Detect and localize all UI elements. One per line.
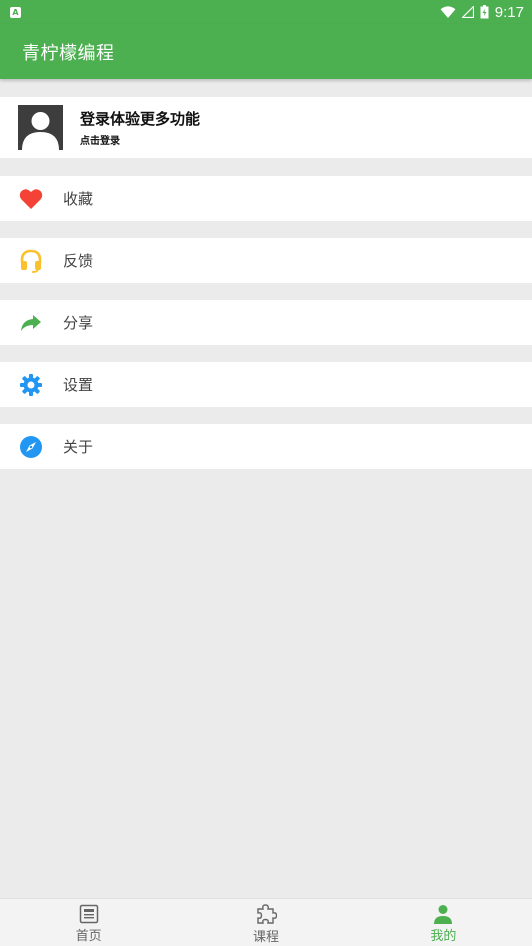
status-bar: A 9:17 [0, 0, 532, 24]
login-card[interactable]: 登录体验更多功能 点击登录 [0, 97, 532, 158]
tab-home[interactable]: 首页 [0, 899, 177, 946]
avatar [18, 105, 63, 150]
share-arrow-icon [19, 311, 43, 335]
notification-icon: A [10, 6, 21, 18]
puzzle-icon [257, 903, 277, 924]
menu-item-favorites[interactable]: 收藏 [0, 176, 532, 221]
menu-item-label: 关于 [63, 438, 94, 456]
app-title: 青柠檬编程 [22, 42, 115, 64]
compass-icon [19, 435, 43, 459]
menu-item-share[interactable]: 分享 [0, 300, 532, 345]
headphones-icon [19, 249, 43, 273]
person-icon [434, 904, 453, 924]
default-avatar-icon [18, 105, 63, 150]
menu-item-settings[interactable]: 设置 [0, 362, 532, 407]
menu-item-about[interactable]: 关于 [0, 424, 532, 469]
app-bar: 青柠檬编程 [0, 24, 532, 79]
tab-mine[interactable]: 我的 [355, 899, 532, 946]
gear-icon [19, 373, 43, 397]
menu-item-label: 反馈 [63, 252, 94, 270]
login-title: 登录体验更多功能 [80, 110, 201, 128]
heart-icon [19, 187, 43, 211]
status-time: 9:17 [494, 3, 524, 21]
menu-item-label: 分享 [63, 314, 94, 332]
tab-label: 首页 [75, 928, 102, 944]
newspaper-icon [79, 904, 98, 923]
cell-signal-icon [461, 6, 474, 18]
tab-label: 我的 [430, 928, 457, 944]
wifi-icon [440, 5, 456, 18]
menu-item-feedback[interactable]: 反馈 [0, 238, 532, 283]
battery-icon [480, 5, 489, 19]
menu-item-label: 收藏 [63, 190, 94, 208]
bottom-navigation: 首页 课程 我的 [0, 898, 532, 946]
login-subtitle: 点击登录 [80, 136, 120, 147]
menu-item-label: 设置 [63, 376, 94, 394]
tab-label: 课程 [252, 929, 279, 945]
tab-courses[interactable]: 课程 [177, 899, 354, 946]
